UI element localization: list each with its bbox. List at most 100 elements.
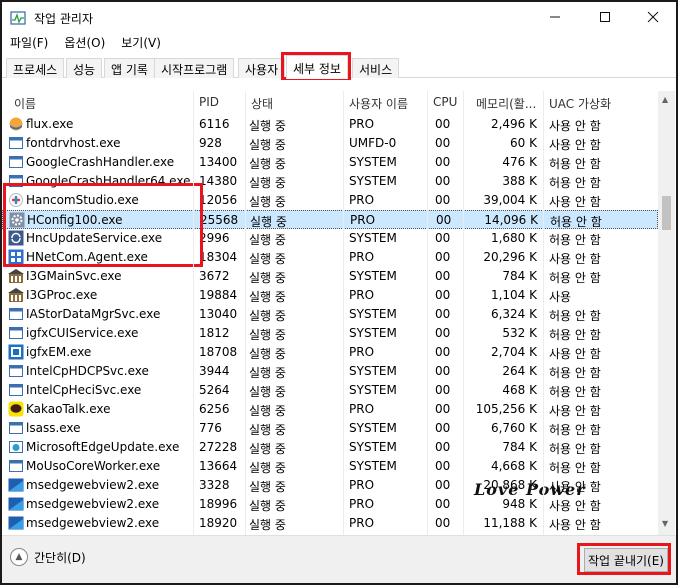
process-pid: 14380 [199, 174, 238, 188]
process-memory: 39,004 K [483, 193, 537, 207]
process-name: MoUsoCoreWorker.exe [26, 459, 161, 473]
process-pid: 12056 [199, 193, 238, 207]
column-pid[interactable]: PID [199, 95, 219, 109]
process-cpu: 00 [435, 402, 451, 416]
table-row[interactable]: flux.exe 6116 실행 중 PRO 00 2,496 K 사용 안 함 [2, 115, 658, 134]
tab-processes[interactable]: 프로세스 [6, 58, 65, 78]
tab-services[interactable]: 서비스 [352, 58, 400, 78]
menu-file[interactable]: 파일(F) [2, 32, 56, 52]
process-cpu: 00 [435, 497, 451, 511]
close-icon [647, 11, 659, 23]
column-gridline [343, 91, 344, 535]
process-memory: 476 K [502, 155, 537, 169]
process-user: PRO [349, 516, 375, 530]
table-row[interactable]: lsass.exe 776 실행 중 SYSTEM 00 6,760 K 허용 안 함 [2, 419, 658, 438]
process-name: MicrosoftEdgeUpdate.exe [26, 440, 180, 454]
process-user: PRO [349, 345, 375, 359]
table-row[interactable]: MicrosoftEdgeUpdate.exe 27228 실행 중 SYSTEM 00… [2, 438, 658, 457]
process-pid: 3328 [199, 478, 230, 492]
edge-update-icon [9, 441, 23, 453]
process-cpu: 00 [435, 193, 451, 207]
column-cpu[interactable]: CPU [433, 95, 457, 109]
process-uac: 허용 안 함 [549, 442, 601, 456]
process-status: 실행 중 [249, 404, 286, 418]
process-status: 실행 중 [249, 480, 286, 494]
process-status: 실행 중 [249, 271, 286, 285]
tab-details[interactable]: 세부 정보 [286, 55, 348, 79]
process-name: IntelCpHDCPSvc.exe [26, 364, 149, 378]
process-uac: 사용 안 함 [549, 518, 601, 532]
process-name: IntelCpHeciSvc.exe [26, 383, 142, 397]
column-user[interactable]: 사용자 이름 [349, 95, 408, 112]
process-uac: 허용 안 함 [549, 423, 601, 437]
menu-options[interactable]: 옵션(O) [56, 32, 113, 52]
tab-startup[interactable]: 시작프로그램 [154, 58, 235, 78]
process-user: SYSTEM [349, 364, 397, 378]
scrollbar-thumb[interactable] [662, 196, 671, 230]
process-user: PRO [349, 402, 375, 416]
column-name[interactable]: 이름 [14, 95, 36, 112]
table-row[interactable]: I3GMainSvc.exe 3672 실행 중 SYSTEM 00 784 K 허용 안 … [2, 267, 658, 286]
title-bar: 작업 관리자 [2, 2, 676, 32]
window-icon [9, 422, 23, 434]
table-row[interactable]: igfxCUIService.exe 1812 실행 중 SYSTEM 00 532 K 허… [2, 324, 658, 343]
process-uac: 허용 안 함 [549, 157, 601, 171]
table-row[interactable]: IntelCpHeciSvc.exe 5264 실행 중 SYSTEM 00 468 K 허… [2, 381, 658, 400]
process-cpu: 00 [435, 250, 451, 264]
process-status: 실행 중 [249, 366, 286, 380]
process-memory: 948 K [502, 497, 537, 511]
minimize-button[interactable] [532, 2, 578, 32]
process-pid: 13664 [199, 459, 238, 473]
process-uac: 사용 안 함 [549, 195, 601, 209]
process-memory: 105,256 K [475, 402, 537, 416]
process-uac: 사용 안 함 [549, 138, 601, 152]
webview-icon [8, 478, 24, 492]
table-row[interactable]: msedgewebview2.exe 18920 실행 중 PRO 00 11,188 K… [2, 514, 658, 533]
table-row[interactable]: MoUsoCoreWorker.exe 13664 실행 중 SYSTEM 00 4,66… [2, 457, 658, 476]
table-row[interactable]: igfxEM.exe 18708 실행 중 PRO 00 2,704 K 사용 안 함 [2, 343, 658, 362]
process-pid: 928 [199, 136, 222, 150]
menu-view[interactable]: 보기(V) [113, 32, 169, 52]
table-row[interactable]: KakaoTalk.exe 6256 실행 중 PRO 00 105,256 K 사용 안 … [2, 400, 658, 419]
process-memory: 468 K [502, 383, 537, 397]
column-status[interactable]: 상태 [251, 95, 273, 112]
fewer-details-button[interactable]: ▲ 간단히(D) [10, 548, 86, 566]
close-button[interactable] [630, 2, 676, 32]
scroll-down-icon[interactable]: ▼ [662, 519, 668, 528]
scroll-up-icon[interactable]: ▲ [662, 95, 668, 104]
table-row[interactable]: IntelCpHDCPSvc.exe 3944 실행 중 SYSTEM 00 264 K 허… [2, 362, 658, 381]
column-gridline [193, 91, 194, 535]
webview-icon [8, 516, 24, 530]
tab-users[interactable]: 사용자 [238, 58, 286, 78]
vertical-scrollbar[interactable]: ▲ ▼ [658, 91, 675, 535]
process-memory: 14,096 K [484, 213, 538, 227]
process-status: 실행 중 [249, 518, 286, 532]
process-memory: 60 K [510, 136, 537, 150]
process-user: SYSTEM [349, 269, 397, 283]
column-memory[interactable]: 메모리(활... [476, 95, 540, 112]
table-row[interactable]: fontdrvhost.exe 928 실행 중 UMFD-0 00 60 K 사용 안 함 [2, 134, 658, 153]
process-name: msedgewebview2.exe [26, 478, 160, 492]
tab-performance[interactable]: 성능 [66, 58, 103, 78]
process-status: 실행 중 [249, 499, 286, 513]
table-row[interactable]: IAStorDataMgrSvc.exe 13040 실행 중 SYSTEM 00 6,3… [2, 305, 658, 324]
process-user: SYSTEM [349, 155, 397, 169]
process-pid: 776 [199, 421, 222, 435]
process-uac: 허용 안 함 [550, 215, 602, 229]
process-uac: 사용 [549, 290, 572, 304]
process-memory: 2,704 K [490, 345, 537, 359]
footer-bar: ▲ 간단히(D) 작업 끝내기(E) [2, 535, 676, 583]
process-memory: 6,760 K [490, 421, 537, 435]
process-cpu: 00 [435, 269, 451, 283]
process-uac: 허용 안 함 [549, 461, 601, 475]
column-uac[interactable]: UAC 가상화 [549, 95, 611, 112]
process-status: 실행 중 [249, 195, 286, 209]
process-pid: 18996 [199, 497, 238, 511]
table-row[interactable]: I3GProc.exe 19884 실행 중 PRO 00 1,104 K 사용 [2, 286, 658, 305]
maximize-button[interactable] [582, 2, 628, 32]
process-cpu: 00 [435, 231, 451, 245]
table-row[interactable]: GoogleCrashHandler.exe 13400 실행 중 SYSTEM 00 4… [2, 153, 658, 172]
process-user: SYSTEM [349, 307, 397, 321]
tab-app-history[interactable]: 앱 기록 [104, 58, 155, 78]
process-pid: 27228 [199, 440, 238, 454]
